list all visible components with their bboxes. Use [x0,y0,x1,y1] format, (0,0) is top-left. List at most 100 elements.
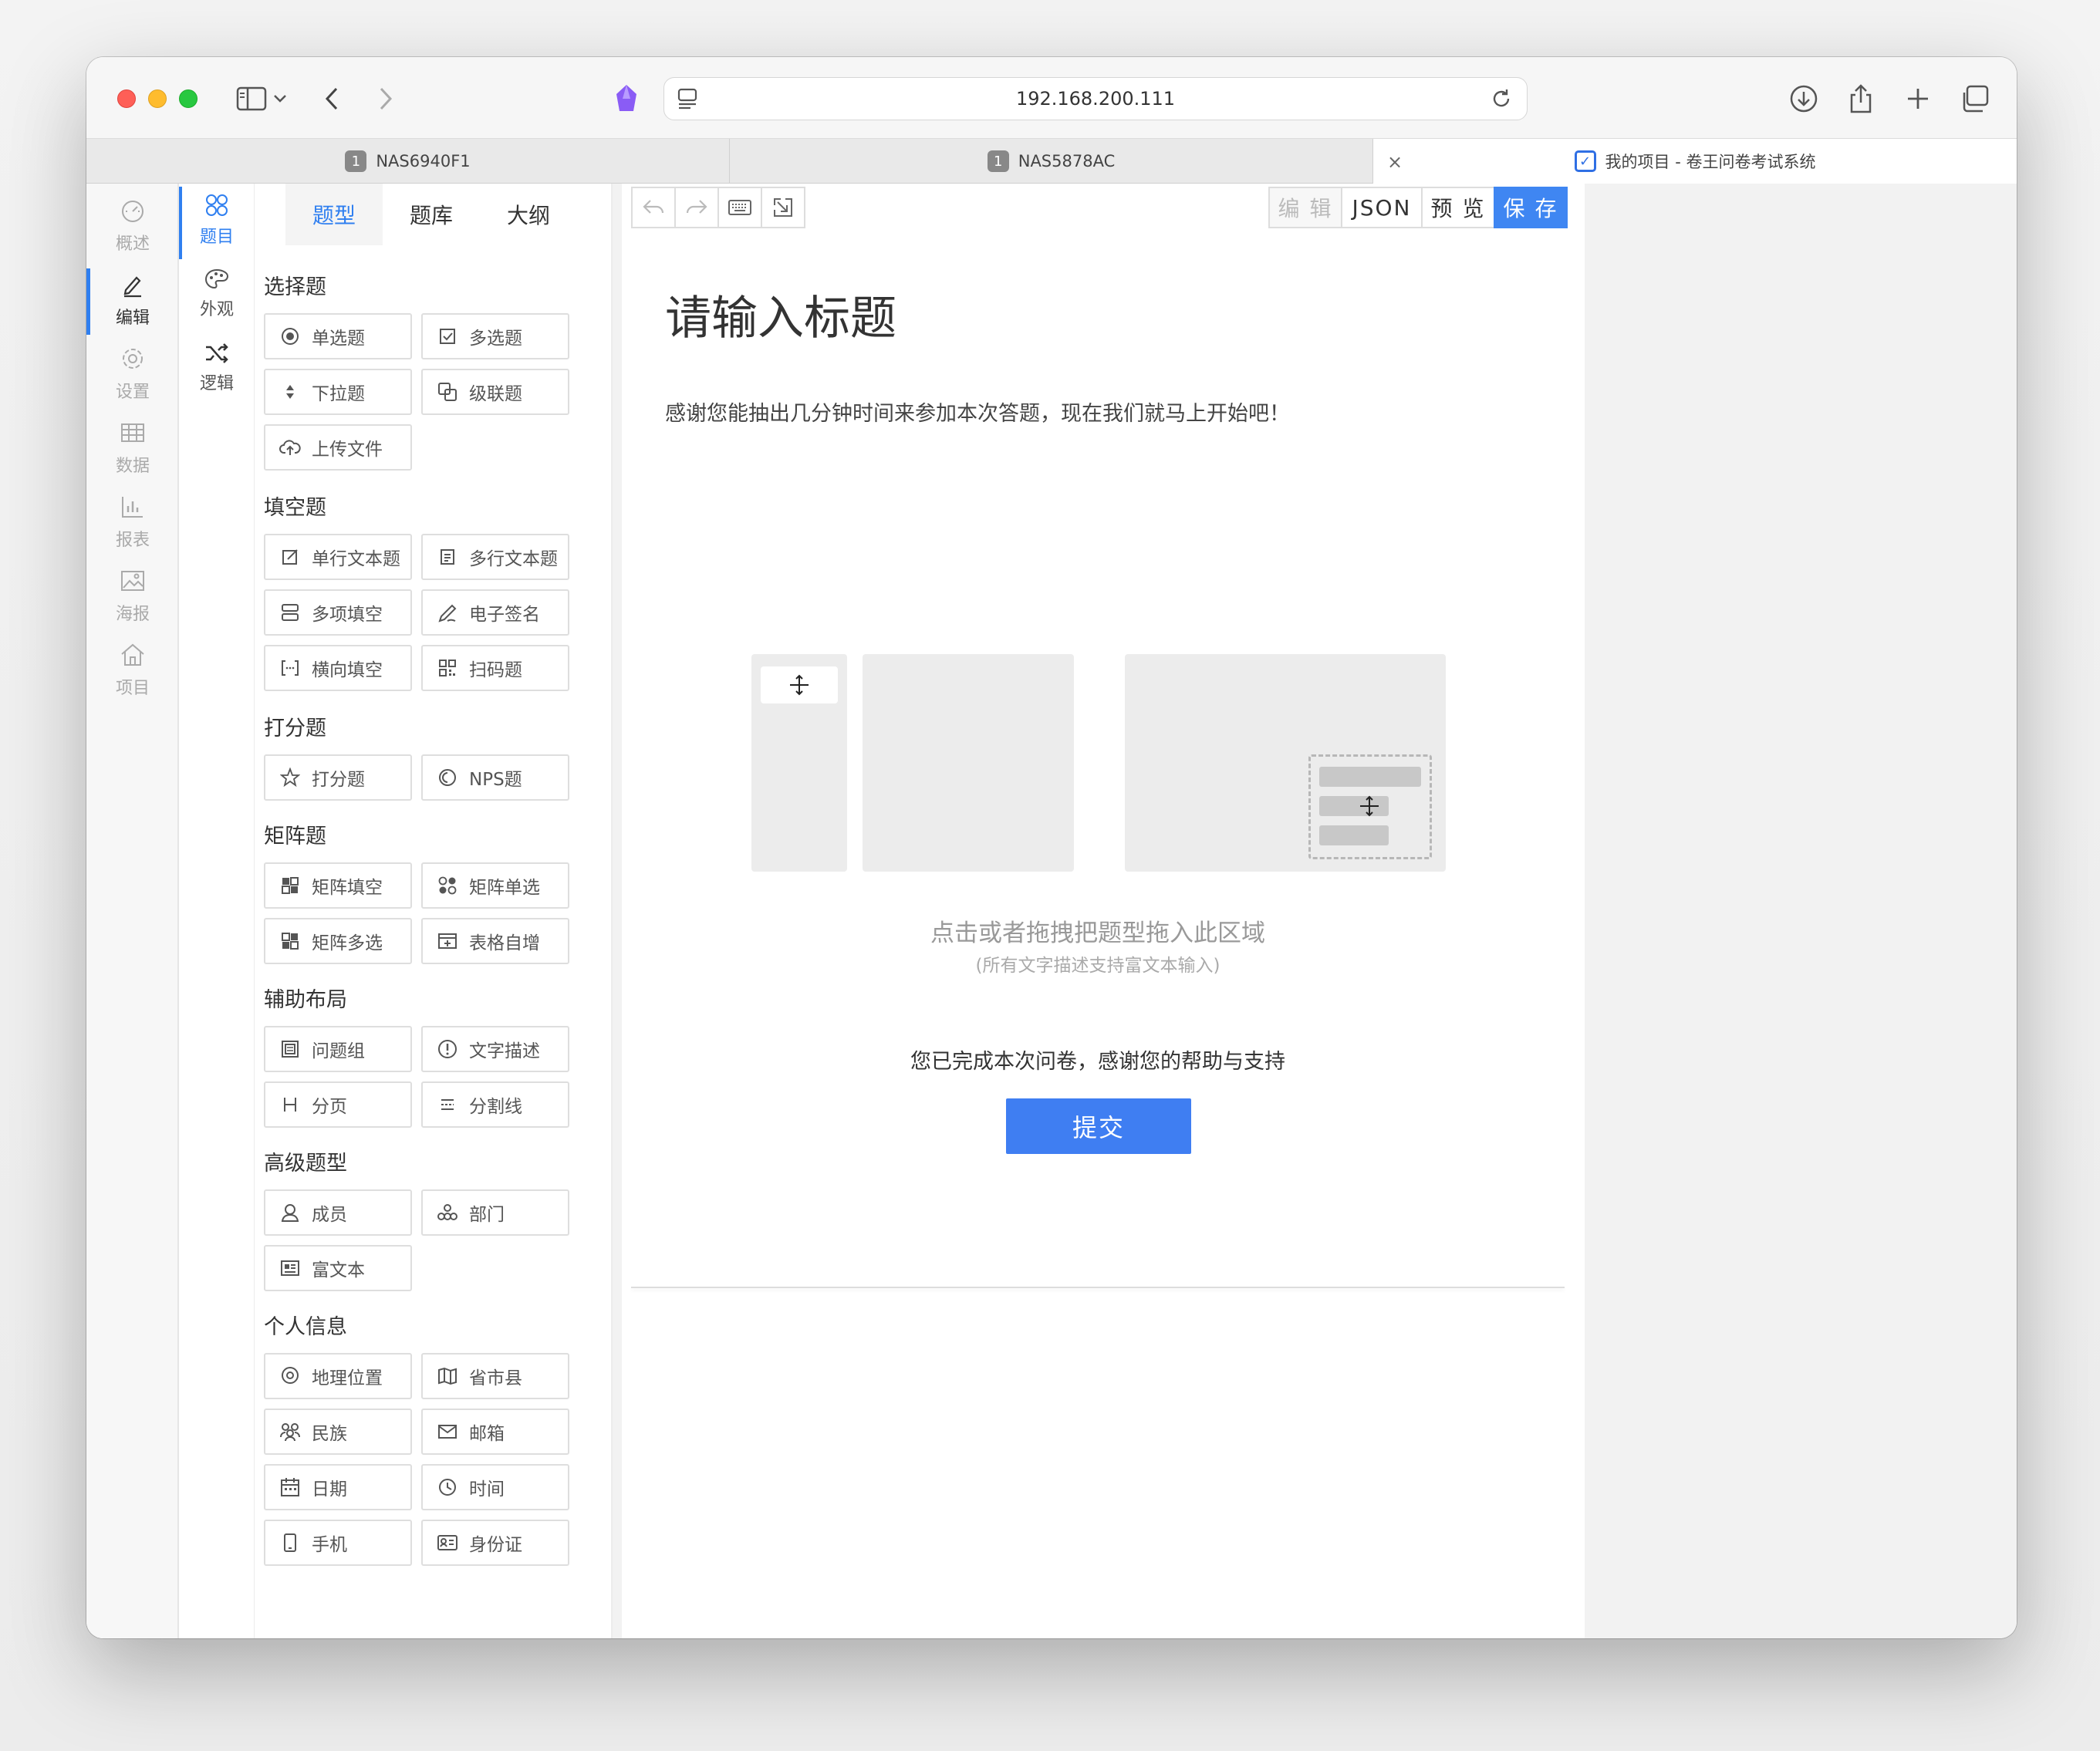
question-group-button[interactable]: 问题组 [264,1026,412,1072]
multi-text-question-button[interactable]: 多行文本题 [421,534,569,580]
section-fill: 填空题 [264,496,326,520]
nps-question-button[interactable]: NPS题 [421,754,569,801]
drop-zone-illustration[interactable] [751,654,1446,886]
checkbox-question-button[interactable]: 多选题 [421,313,569,359]
tab-nas6940f1[interactable]: 1 NAS6940F1 [86,139,730,184]
secondary-nav: 题目 外观 逻辑 [179,184,255,1638]
matrix-dots-icon [437,875,458,896]
survey-description[interactable]: 感谢您能抽出几分钟时间来参加本次答题，现在我们就马上开始吧！ [665,396,1290,427]
calendar-icon [279,1476,301,1498]
back-arrow-icon[interactable] [313,80,350,117]
illustration-bar [1319,825,1389,845]
matrix-fill-question-button[interactable]: 矩阵填空 [264,862,412,909]
tab-label: 我的项目 - 卷王问卷考试系统 [1605,153,1816,171]
tab-badge: 1 [987,150,1009,172]
url-text: 192.168.200.111 [1015,88,1176,110]
extension-crystal-icon[interactable] [608,80,645,117]
rich-text-icon [279,1257,301,1279]
time-question-button[interactable]: 时间 [421,1464,569,1510]
map-icon [437,1365,458,1387]
radio-icon [279,326,301,347]
tab-question-types[interactable]: 题型 [285,184,383,245]
multi-fill-question-button[interactable]: 多项填空 [264,589,412,636]
location-question-button[interactable]: 地理位置 [264,1353,412,1399]
barcode-question-button[interactable]: 扫码题 [421,645,569,691]
member-question-button[interactable]: 成员 [264,1189,412,1236]
date-question-button[interactable]: 日期 [264,1464,412,1510]
close-window-button[interactable] [117,89,136,108]
redo-icon[interactable] [674,187,719,228]
rich-text-question-button[interactable]: 富文本 [264,1245,412,1291]
tab-overview-icon[interactable] [1957,80,1994,117]
tab-outline[interactable]: 大纲 [480,184,577,245]
reload-icon[interactable] [1490,87,1513,115]
tab-label: NAS6940F1 [376,152,471,170]
signature-question-button[interactable]: 电子签名 [421,589,569,636]
email-question-button[interactable]: 邮箱 [421,1409,569,1455]
forward-arrow-icon[interactable] [367,80,404,117]
copy-squares-icon [437,381,458,403]
illustration-bar [1319,767,1421,787]
questions-icon [206,194,228,216]
pagination-button[interactable]: 分页 [264,1081,412,1128]
checkbox-icon [437,326,458,347]
nav-settings[interactable]: 设置 [86,339,179,409]
edit-mode-button[interactable]: 编 辑 [1268,187,1342,228]
bracket-ellipsis-icon [279,657,301,679]
keyboard-icon[interactable] [717,187,762,228]
single-text-question-button[interactable]: 单行文本题 [264,534,412,580]
import-icon[interactable] [761,187,805,228]
ethnicity-question-button[interactable]: 民族 [264,1409,412,1455]
rate-question-button[interactable]: 打分题 [264,754,412,801]
browser-toolbar: 192.168.200.111 [86,57,2017,139]
matrix-checkbox-question-button[interactable]: 矩阵多选 [264,918,412,964]
nav-edit[interactable]: 编辑 [86,265,179,335]
minimize-window-button[interactable] [148,89,167,108]
province-question-button[interactable]: 省市县 [421,1353,569,1399]
table-auto-question-button[interactable]: 表格自增 [421,918,569,964]
preview-button[interactable]: 预 览 [1421,187,1495,228]
section-choice: 选择题 [264,275,326,299]
nav-appearance[interactable]: 外观 [179,261,255,327]
nav-project[interactable]: 项目 [86,636,179,705]
url-bar[interactable]: 192.168.200.111 [663,77,1528,120]
json-button[interactable]: JSON [1341,187,1423,228]
finish-message[interactable]: 您已完成本次问卷，感谢您的帮助与支持 [631,1044,1565,1075]
nav-poster[interactable]: 海报 [86,562,179,631]
site-settings-icon[interactable] [677,87,698,115]
divider-button[interactable]: 分割线 [421,1081,569,1128]
share-icon[interactable] [1842,80,1879,117]
tab-nas5878ac[interactable]: 1 NAS5878AC [730,139,1373,184]
department-question-button[interactable]: 部门 [421,1189,569,1236]
text-description-button[interactable]: 文字描述 [421,1026,569,1072]
matrix-radio-question-button[interactable]: 矩阵单选 [421,862,569,909]
zoom-window-button[interactable] [179,89,198,108]
chevron-down-icon[interactable] [268,80,292,117]
tab-my-project[interactable]: × ✓ 我的项目 - 卷王问卷考试系统 [1373,139,2017,184]
tab-question-bank[interactable]: 题库 [383,184,480,245]
survey-title[interactable]: 请输入标题 [665,281,896,348]
select-question-button[interactable]: 下拉题 [264,369,412,415]
close-tab-icon[interactable]: × [1387,151,1403,173]
submit-button[interactable]: 提交 [1006,1098,1191,1154]
nav-questions[interactable]: 题目 [179,187,255,259]
nav-data[interactable]: 数据 [86,413,179,483]
new-tab-plus-icon[interactable] [1899,80,1936,117]
upload-question-button[interactable]: 上传文件 [264,424,412,471]
download-icon[interactable] [1785,80,1822,117]
nav-report[interactable]: 报表 [86,488,179,557]
checkbox-favicon-icon: ✓ [1574,150,1596,172]
save-button[interactable]: 保 存 [1494,187,1568,228]
nav-logic[interactable]: 逻辑 [179,335,255,401]
horizontal-fill-question-button[interactable]: 横向填空 [264,645,412,691]
undo-icon[interactable] [631,187,676,228]
canvas-column: 编 辑 JSON 预 览 保 存 请输入标题 感谢您能抽出几分钟时间来参加本次答… [622,184,1585,1638]
id-card-question-button[interactable]: 身份证 [421,1520,569,1566]
sidebar-toggle-icon[interactable] [233,80,270,117]
sort-arrows-icon [279,381,301,403]
radio-question-button[interactable]: 单选题 [264,313,412,359]
dashboard-icon [122,201,143,222]
cascade-question-button[interactable]: 级联题 [421,369,569,415]
phone-question-button[interactable]: 手机 [264,1520,412,1566]
nav-overview[interactable]: 概述 [86,191,179,261]
